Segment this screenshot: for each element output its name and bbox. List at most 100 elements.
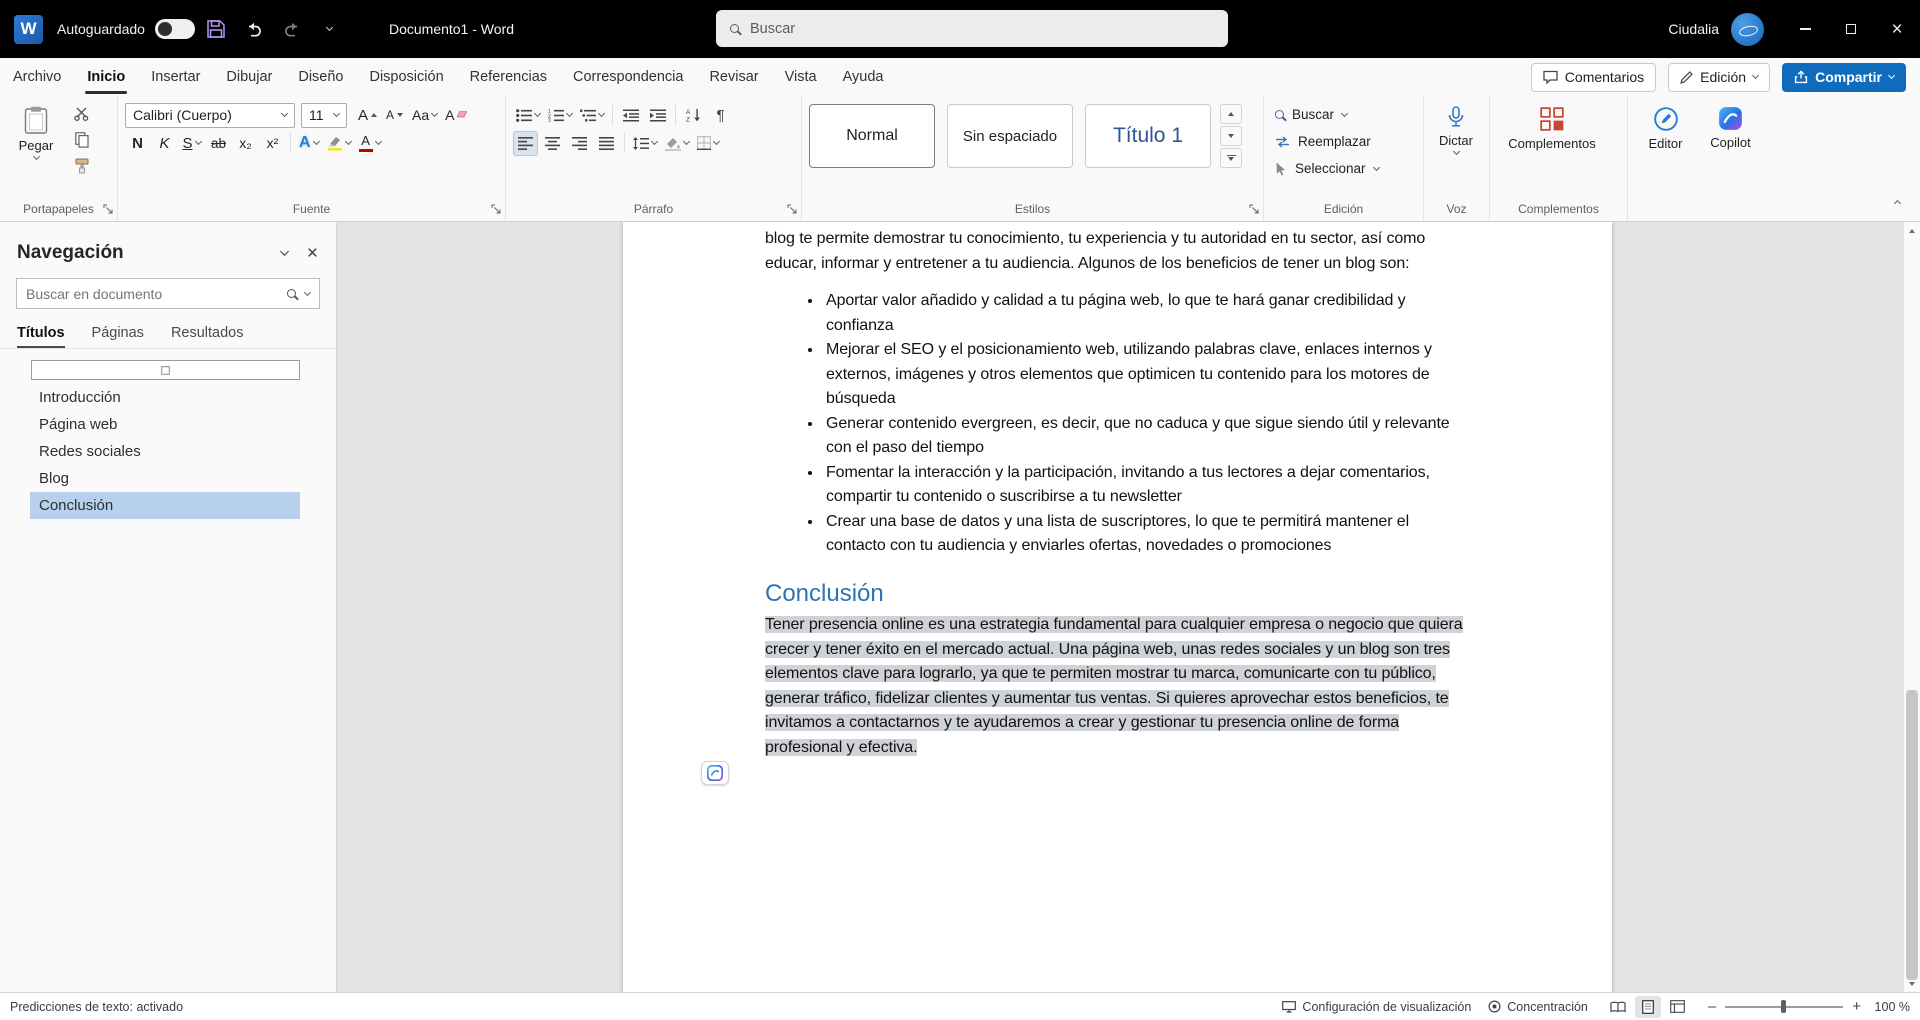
vertical-scrollbar[interactable]	[1903, 222, 1920, 992]
nav-heading-conclusion[interactable]: Conclusión	[30, 492, 300, 519]
font-dialog-launcher[interactable]	[490, 203, 502, 215]
decrease-indent-button[interactable]	[618, 103, 643, 128]
maximize-button[interactable]	[1828, 0, 1874, 58]
zoom-slider-knob[interactable]	[1781, 1000, 1787, 1013]
tab-insertar[interactable]: Insertar	[138, 58, 213, 96]
autosave-toggle[interactable]	[154, 19, 195, 39]
zoom-in-button[interactable]: +	[1852, 998, 1861, 1015]
nav-heading-redes-sociales[interactable]: Redes sociales	[30, 438, 300, 465]
bullet-item[interactable]: Generar contenido evergreen, es decir, q…	[823, 412, 1468, 461]
replace-button[interactable]: Reemplazar	[1271, 128, 1416, 155]
bullet-item[interactable]: Mejorar el SEO y el posicionamiento web,…	[823, 338, 1468, 412]
cut-button[interactable]	[69, 101, 94, 126]
line-spacing-button[interactable]	[630, 131, 660, 156]
tab-archivo[interactable]: Archivo	[0, 58, 74, 96]
style-card-sin-espaciado[interactable]: Sin espaciado	[947, 104, 1073, 168]
print-layout-button[interactable]	[1634, 995, 1661, 1018]
focus-mode-button[interactable]: Concentración	[1488, 1000, 1588, 1014]
navigation-close-icon[interactable]: ×	[307, 244, 318, 263]
grow-font-button[interactable]: A	[355, 103, 380, 128]
strikethrough-button[interactable]: ab	[206, 131, 231, 156]
editing-mode-button[interactable]: Edición	[1668, 62, 1771, 92]
avatar[interactable]	[1731, 12, 1764, 46]
select-button[interactable]: Seleccionar	[1271, 155, 1416, 182]
save-icon[interactable]	[199, 12, 233, 46]
copy-button[interactable]	[69, 127, 94, 152]
sort-button[interactable]: AZ	[681, 103, 706, 128]
tab-ayuda[interactable]: Ayuda	[830, 58, 897, 96]
tab-dibujar[interactable]: Dibujar	[213, 58, 285, 96]
undo-icon[interactable]	[237, 12, 271, 46]
copilot-margin-button[interactable]	[701, 761, 729, 785]
find-button[interactable]: Buscar	[1271, 101, 1416, 128]
nav-tab-titulos[interactable]: Títulos	[17, 325, 65, 349]
addins-button[interactable]: Complementos	[1497, 101, 1607, 151]
word-logo-icon[interactable]: W	[14, 14, 43, 44]
bullet-item[interactable]: Aportar valor añadido y calidad a tu pág…	[823, 289, 1468, 338]
copilot-button[interactable]: Copilot	[1700, 101, 1761, 151]
styles-dialog-launcher[interactable]	[1248, 203, 1260, 215]
styles-scroll-down-button[interactable]	[1220, 126, 1242, 146]
user-name[interactable]: Ciudalia	[1668, 21, 1719, 37]
clear-formatting-button[interactable]: A	[442, 103, 470, 128]
align-center-button[interactable]	[540, 131, 565, 156]
redo-icon[interactable]	[275, 12, 309, 46]
nav-heading-empty[interactable]	[31, 360, 300, 380]
tab-disposicion[interactable]: Disposición	[356, 58, 456, 96]
editor-button[interactable]: Editor	[1635, 101, 1696, 151]
comments-button[interactable]: Comentarios	[1530, 62, 1657, 92]
tab-diseno[interactable]: Diseño	[285, 58, 356, 96]
subscript-button[interactable]: x₂	[233, 131, 258, 156]
bullets-button[interactable]	[513, 103, 543, 128]
text-predictions-status[interactable]: Predicciones de texto: activado	[10, 1000, 183, 1014]
zoom-level[interactable]: 100 %	[1870, 1000, 1910, 1014]
highlight-color-button[interactable]	[324, 131, 354, 156]
justify-button[interactable]	[594, 131, 619, 156]
borders-button[interactable]	[694, 131, 722, 156]
web-layout-button[interactable]	[1665, 996, 1691, 1018]
underline-button[interactable]: S	[179, 131, 204, 156]
conclusion-paragraph[interactable]: Tener presencia online es una estrategia…	[765, 613, 1468, 760]
format-painter-button[interactable]	[69, 153, 94, 178]
show-marks-button[interactable]: ¶	[708, 103, 733, 128]
multilevel-list-button[interactable]	[577, 103, 607, 128]
quick-access-menu-icon[interactable]	[313, 12, 347, 46]
tab-vista[interactable]: Vista	[772, 58, 830, 96]
tab-correspondencia[interactable]: Correspondencia	[560, 58, 696, 96]
tab-referencias[interactable]: Referencias	[457, 58, 560, 96]
share-button[interactable]: Compartir	[1782, 62, 1906, 92]
nav-search-input[interactable]	[26, 285, 278, 302]
superscript-button[interactable]: x²	[260, 131, 285, 156]
shrink-font-button[interactable]: A	[382, 103, 407, 128]
font-size-combobox[interactable]: 11	[301, 102, 347, 128]
nav-search-icon[interactable]	[287, 289, 296, 298]
styles-more-button[interactable]	[1220, 148, 1242, 168]
bullet-item[interactable]: Fomentar la interacción y la participaci…	[823, 461, 1468, 510]
styles-scroll-up-button[interactable]	[1220, 104, 1242, 124]
tab-revisar[interactable]: Revisar	[696, 58, 771, 96]
display-settings-button[interactable]: Configuración de visualización	[1282, 1000, 1471, 1014]
titlebar-search-input[interactable]	[750, 20, 1214, 37]
collapse-ribbon-button[interactable]	[1886, 191, 1908, 213]
document-heading[interactable]: Conclusión	[765, 581, 1468, 607]
nav-search-box[interactable]	[16, 278, 320, 309]
minimize-button[interactable]	[1782, 0, 1828, 58]
titlebar-search[interactable]	[716, 10, 1228, 47]
numbering-button[interactable]: 123	[545, 103, 575, 128]
scrollbar-thumb[interactable]	[1906, 690, 1918, 980]
paragraph-dialog-launcher[interactable]	[786, 203, 798, 215]
tab-inicio[interactable]: Inicio	[74, 58, 138, 96]
nav-tab-paginas[interactable]: Páginas	[92, 325, 144, 348]
nav-heading-pagina-web[interactable]: Página web	[30, 411, 300, 438]
change-case-button[interactable]: Aa	[409, 103, 440, 128]
italic-button[interactable]: K	[152, 131, 177, 156]
scrollbar-up-button[interactable]	[1904, 222, 1920, 239]
close-button[interactable]: ×	[1874, 0, 1920, 58]
bold-button[interactable]: N	[125, 131, 150, 156]
zoom-slider[interactable]	[1725, 1000, 1844, 1013]
read-mode-button[interactable]	[1605, 996, 1631, 1018]
intro-paragraph[interactable]: blog te permite demostrar tu conocimient…	[765, 227, 1468, 276]
shading-button[interactable]	[662, 131, 692, 156]
paste-button[interactable]: Pegar	[7, 101, 65, 178]
style-card-normal[interactable]: Normal	[809, 104, 935, 168]
